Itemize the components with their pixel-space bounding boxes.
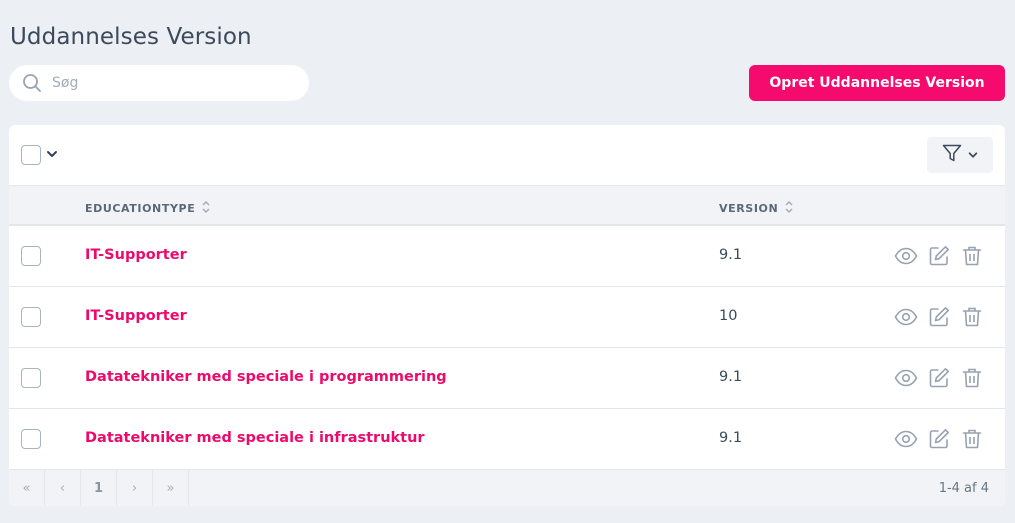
first-page-button[interactable]: « [9,470,45,506]
edit-icon[interactable] [927,366,951,390]
column-header-educationtype[interactable]: EDUCATIONTYPE [85,199,211,218]
view-icon[interactable] [894,366,918,390]
column-header-version[interactable]: VERSION [719,199,794,218]
view-icon[interactable] [894,244,918,268]
pagination-count: 1-4 af 4 [938,481,989,496]
filter-button[interactable] [927,137,993,173]
edit-icon[interactable] [927,305,951,329]
delete-icon[interactable] [960,244,984,268]
page-number-button[interactable]: 1 [81,470,117,506]
delete-icon[interactable] [960,305,984,329]
sort-icon [784,199,794,218]
sort-icon [201,199,211,218]
table-row: IT-Supporter 10 [9,287,1005,348]
select-all-checkbox[interactable] [21,145,41,165]
table-row: IT-Supporter 9.1 [9,226,1005,287]
next-page-button[interactable]: › [117,470,153,506]
table-row: Datatekniker med speciale i infrastruktu… [9,409,1005,469]
version-value: 9.1 [719,247,743,263]
filter-icon [941,142,963,168]
educationtype-link[interactable]: IT-Supporter [85,308,187,324]
version-value: 9.1 [719,430,743,446]
page-title: Uddannelses Version [10,24,252,50]
educationtype-link[interactable]: Datatekniker med speciale i infrastruktu… [85,430,425,446]
chevron-down-icon[interactable] [45,146,59,165]
prev-page-button[interactable]: ‹ [45,470,81,506]
edit-icon[interactable] [927,244,951,268]
table-header: EDUCATIONTYPE VERSION [9,185,1005,226]
educationtype-link[interactable]: Datatekniker med speciale i programmerin… [85,369,447,385]
row-checkbox[interactable] [21,429,41,449]
search-input[interactable] [52,75,282,91]
version-value: 9.1 [719,369,743,385]
bulk-select-dropdown[interactable] [21,145,59,165]
view-icon[interactable] [894,305,918,329]
version-value: 10 [719,308,738,324]
chevron-down-icon [967,146,979,165]
view-icon[interactable] [894,427,918,451]
last-page-button[interactable]: » [153,470,189,506]
search-icon [21,72,43,94]
delete-icon[interactable] [960,366,984,390]
search-box[interactable] [9,65,309,101]
table-row: Datatekniker med speciale i programmerin… [9,348,1005,409]
edit-icon[interactable] [927,427,951,451]
pagination: « ‹ 1 › » 1-4 af 4 [9,469,1005,506]
delete-icon[interactable] [960,427,984,451]
data-table-card: EDUCATIONTYPE VERSION IT-Supporter 9.1 I… [9,125,1005,506]
create-education-version-button[interactable]: Opret Uddannelses Version [749,65,1005,101]
row-checkbox[interactable] [21,307,41,327]
row-checkbox[interactable] [21,368,41,388]
educationtype-link[interactable]: IT-Supporter [85,247,187,263]
table-toolbar [9,125,1005,185]
row-checkbox[interactable] [21,246,41,266]
